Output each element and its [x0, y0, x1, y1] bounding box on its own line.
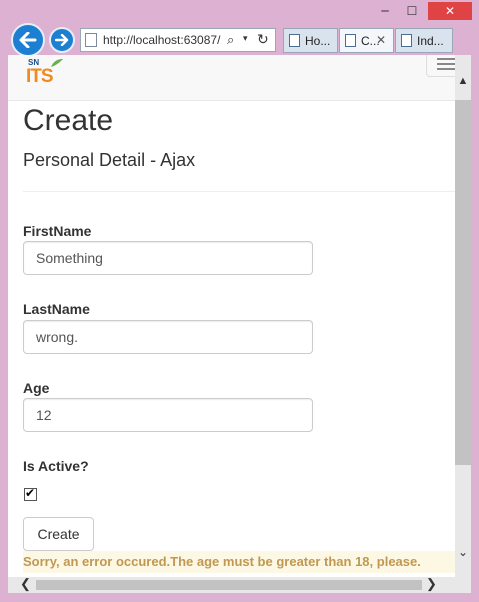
- address-bar[interactable]: http://localhost:63087/ ⌕ ▾ ↻: [80, 28, 276, 52]
- tab-label: Ind...: [417, 34, 444, 48]
- menu-bar: [437, 63, 455, 65]
- tab-home[interactable]: Ho...: [283, 28, 338, 53]
- page-icon: [401, 34, 412, 47]
- menu-bar: [437, 58, 455, 60]
- page-subtitle: Personal Detail - Ajax: [23, 150, 196, 170]
- close-tab-icon[interactable]: ✕: [376, 33, 386, 47]
- logo-its: ITS: [26, 66, 54, 87]
- minimize-button[interactable]: ─: [373, 2, 397, 20]
- leaf-icon: [51, 59, 63, 67]
- vertical-scroll-thumb[interactable]: [455, 100, 471, 465]
- site-navbar: SN ITS: [8, 55, 455, 101]
- tab-create[interactable]: C... ✕: [339, 28, 394, 53]
- chevron-down-icon[interactable]: ▾: [243, 33, 248, 44]
- page-icon: [289, 34, 300, 47]
- arrow-right-icon: [55, 34, 69, 46]
- create-button[interactable]: Create: [23, 517, 94, 551]
- divider: [23, 191, 455, 192]
- horizontal-scrollbar[interactable]: ❮ ❯: [8, 576, 471, 593]
- lastname-label: LastName: [23, 301, 90, 317]
- lastname-input[interactable]: wrong.: [23, 320, 313, 354]
- tab-label: Ho...: [305, 34, 331, 48]
- scroll-down-icon[interactable]: ⌄: [455, 545, 471, 561]
- navbar-toggle-button[interactable]: [426, 55, 455, 77]
- browser-window: ─ ☐ ✕ http://localhost:63087/ ⌕ ▾ ↻ Ho..…: [0, 0, 479, 602]
- horizontal-scroll-thumb[interactable]: [36, 580, 422, 590]
- firstname-input[interactable]: Something: [23, 241, 313, 275]
- close-window-button[interactable]: ✕: [428, 2, 472, 20]
- is-active-checkbox[interactable]: ✔: [24, 486, 37, 501]
- firstname-label: FirstName: [23, 223, 92, 239]
- scroll-left-icon[interactable]: ❮: [20, 576, 31, 592]
- search-icon[interactable]: ⌕: [227, 32, 234, 48]
- error-message: Sorry, an error occured.The age must be …: [23, 551, 455, 573]
- check-icon: ✔: [25, 486, 36, 500]
- scroll-right-icon[interactable]: ❯: [426, 576, 437, 592]
- tab-index[interactable]: Ind...: [395, 28, 453, 53]
- vertical-scrollbar[interactable]: ▲ ⌄: [455, 55, 471, 577]
- is-active-label: Is Active?: [23, 458, 89, 474]
- arrow-left-icon: [19, 32, 37, 48]
- scroll-up-icon[interactable]: ▲: [455, 75, 471, 91]
- page-title: Create: [23, 104, 114, 137]
- age-label: Age: [23, 380, 50, 396]
- page-viewport: SN ITS Create Personal Detail - Ajax Fir…: [8, 55, 455, 577]
- site-logo[interactable]: SN ITS: [26, 58, 63, 88]
- url-text[interactable]: http://localhost:63087/: [103, 33, 225, 47]
- back-button[interactable]: [11, 23, 45, 57]
- forward-button[interactable]: [49, 27, 75, 53]
- maximize-button[interactable]: ☐: [400, 2, 424, 20]
- page-icon: [345, 34, 356, 47]
- page-icon: [85, 33, 97, 47]
- refresh-icon[interactable]: ↻: [257, 31, 269, 48]
- menu-bar: [437, 68, 455, 70]
- age-input[interactable]: 12: [23, 398, 313, 432]
